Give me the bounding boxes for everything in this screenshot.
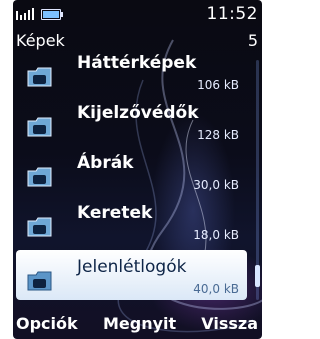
item-count: 5 xyxy=(247,31,258,50)
folder-name: Kijelzővédők xyxy=(77,103,199,123)
softkey-bar: Opciók Megnyit Vissza xyxy=(13,305,262,339)
options-softkey[interactable]: Opciók xyxy=(16,314,78,333)
scrollbar-thumb[interactable] xyxy=(255,265,260,287)
open-softkey[interactable]: Megnyit xyxy=(103,314,176,333)
folder-name: Háttérképek xyxy=(77,53,197,73)
folder-item-selected[interactable]: Jelenlétlogók 40,0 kB xyxy=(16,250,247,300)
battery-icon xyxy=(41,9,63,20)
folder-item[interactable]: Ábrák 30,0 kB xyxy=(16,146,247,196)
folder-icon xyxy=(27,67,52,87)
folder-icon xyxy=(27,217,52,237)
folder-item[interactable]: Kijelzővédők 128 kB xyxy=(16,96,247,146)
clock: 11:52 xyxy=(206,4,258,24)
folder-size: 40,0 kB xyxy=(193,282,239,296)
folder-size: 106 kB xyxy=(197,78,239,92)
folder-name: Ábrák xyxy=(77,153,134,173)
folder-size: 128 kB xyxy=(197,128,239,142)
folder-item[interactable]: Keretek 18,0 kB xyxy=(16,196,247,246)
signal-icon xyxy=(16,8,34,20)
folder-size: 30,0 kB xyxy=(193,178,239,192)
phone-screen: 11:52 Képek 5 Háttérképek 106 kB Kijelző… xyxy=(13,0,262,339)
folder-item[interactable]: Háttérképek 106 kB xyxy=(16,46,247,96)
folder-icon xyxy=(27,167,52,187)
folder-name: Keretek xyxy=(77,203,153,223)
folder-icon xyxy=(27,117,52,137)
back-softkey[interactable]: Vissza xyxy=(201,314,258,333)
folder-size: 18,0 kB xyxy=(193,228,239,242)
folder-name: Jelenlétlogók xyxy=(77,257,187,277)
status-bar: 11:52 xyxy=(13,0,262,30)
folder-icon xyxy=(27,271,52,291)
scrollbar-track[interactable] xyxy=(256,60,259,300)
